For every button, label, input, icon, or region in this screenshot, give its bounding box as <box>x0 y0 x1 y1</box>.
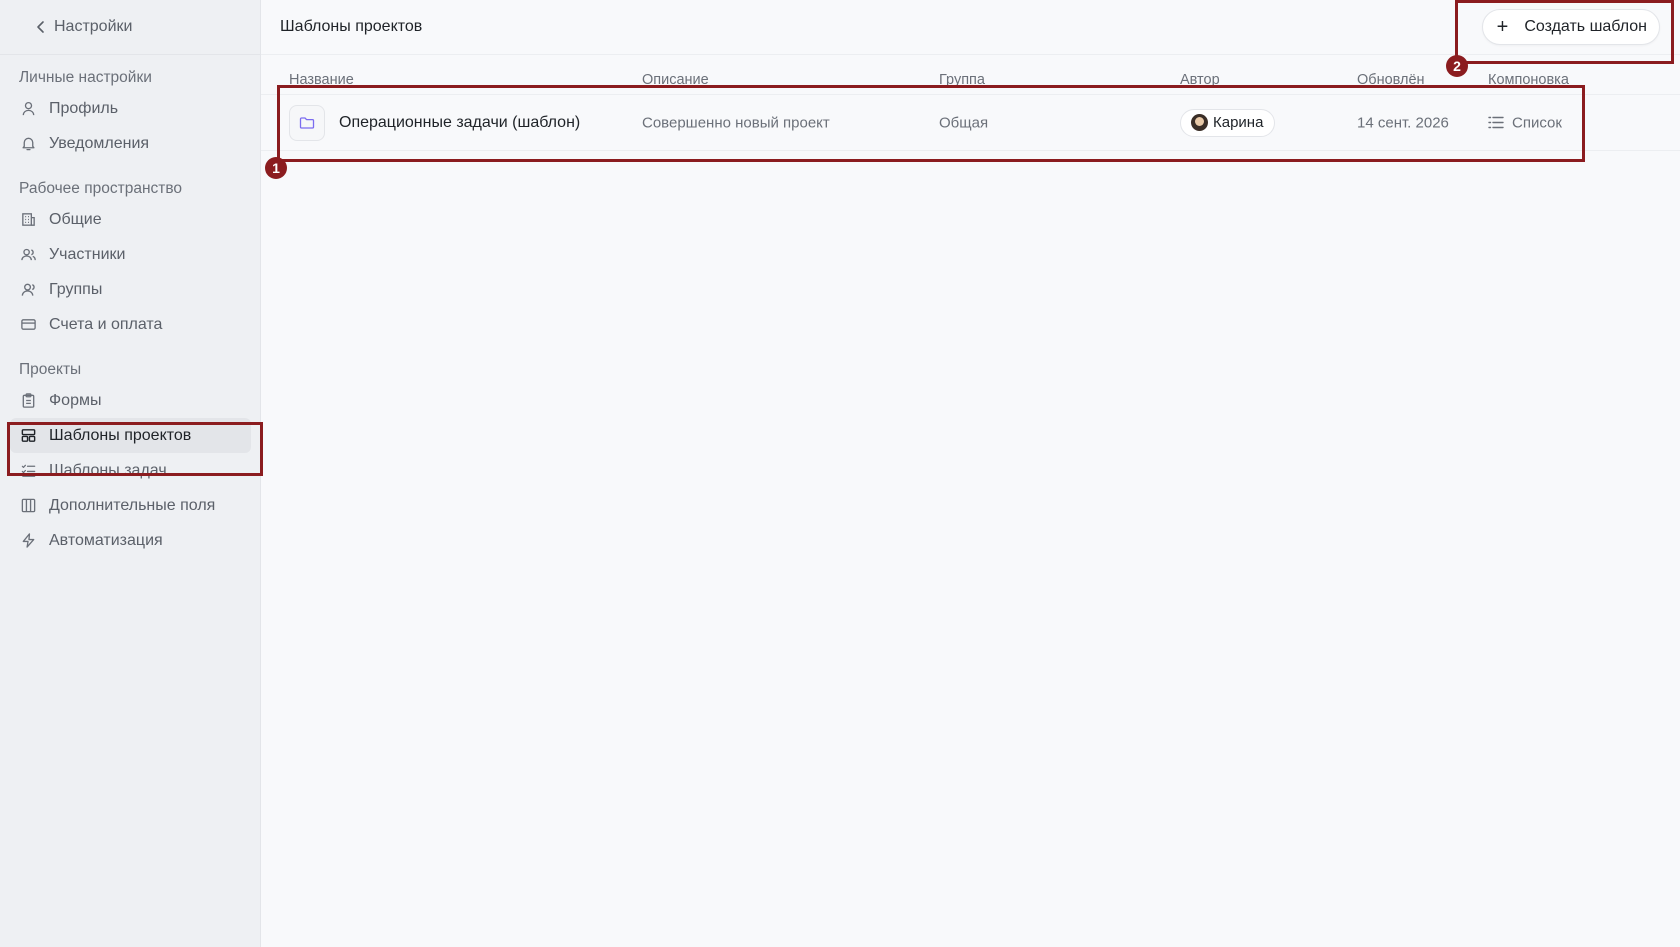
user-icon <box>19 100 37 118</box>
row-name-cell: Операционные задачи (шаблон) <box>289 104 581 141</box>
plus-icon: + <box>1496 16 1509 38</box>
author-chip[interactable]: Карина <box>1180 108 1276 137</box>
template-description: Совершенно новый проект <box>642 114 830 131</box>
column-header-name[interactable]: Название <box>289 72 354 88</box>
annotation-marker-1: 1 <box>265 157 287 179</box>
column-header-group[interactable]: Группа <box>939 72 985 88</box>
main-content: Шаблоны проектов + Создать шаблон Назван… <box>261 0 1680 947</box>
template-name: Операционные задачи (шаблон) <box>339 113 581 131</box>
sidebar-item-label: Автоматизация <box>49 531 163 549</box>
sidebar-item-label: Шаблоны проектов <box>49 426 192 444</box>
section-title-projects: Проекты <box>19 361 82 378</box>
author-name: Карина <box>1213 114 1264 131</box>
column-header-description[interactable]: Описание <box>642 72 709 88</box>
create-template-label: Создать шаблон <box>1524 18 1647 35</box>
sidebar-item-label: Формы <box>49 391 102 409</box>
group-icon <box>19 281 37 299</box>
back-label: Настройки <box>54 18 133 35</box>
sidebar-item-forms[interactable]: Формы <box>0 383 251 418</box>
building-icon <box>19 211 37 229</box>
sidebar-item-project-templates[interactable]: Шаблоны проектов <box>10 418 251 453</box>
lightning-icon <box>19 532 37 550</box>
section-title-workspace: Рабочее пространство <box>19 180 183 197</box>
sidebar-item-label: Участники <box>49 245 126 263</box>
sidebar-item-notifications[interactable]: Уведомления <box>0 126 251 161</box>
author-cell: Карина <box>1180 108 1276 137</box>
topbar: Шаблоны проектов + Создать шаблон <box>261 0 1680 55</box>
page-title: Шаблоны проектов <box>280 18 423 35</box>
sidebar-item-members[interactable]: Участники <box>0 237 251 272</box>
section-title-personal: Личные настройки <box>19 69 152 86</box>
sidebar: Настройки Личные настройки Профиль Уведо… <box>0 0 261 947</box>
sidebar-item-profile[interactable]: Профиль <box>0 91 251 126</box>
users-icon <box>19 246 37 264</box>
folder-icon <box>289 104 325 141</box>
back-to-settings-button[interactable]: Настройки <box>0 0 260 55</box>
column-header-layout[interactable]: Компоновка <box>1488 72 1569 88</box>
create-template-button[interactable]: + Создать шаблон <box>1481 9 1660 45</box>
sidebar-item-label: Уведомления <box>49 134 150 152</box>
sidebar-item-label: Группы <box>49 280 103 298</box>
bell-icon <box>19 135 37 153</box>
sidebar-item-custom-fields[interactable]: Дополнительные поля <box>0 488 251 523</box>
chevron-left-icon <box>37 21 44 33</box>
sidebar-item-task-templates[interactable]: Шаблоны задач <box>0 453 251 488</box>
layout-icon <box>19 427 37 445</box>
sidebar-item-billing[interactable]: Счета и оплата <box>0 307 251 342</box>
sidebar-item-label: Дополнительные поля <box>49 496 216 514</box>
layout-cell: Список <box>1488 114 1562 131</box>
sidebar-item-automation[interactable]: Автоматизация <box>0 523 251 558</box>
checklist-icon <box>19 462 37 480</box>
template-group: Общая <box>939 114 989 131</box>
sidebar-item-general[interactable]: Общие <box>0 202 251 237</box>
column-header-author[interactable]: Автор <box>1180 72 1220 88</box>
card-icon <box>19 316 37 334</box>
annotation-marker-2: 2 <box>1446 55 1468 77</box>
sidebar-item-label: Профиль <box>49 99 119 117</box>
table-row[interactable]: Операционные задачи (шаблон) Совершенно … <box>261 95 1680 151</box>
clipboard-icon <box>19 392 37 410</box>
column-header-updated[interactable]: Обновлён <box>1357 72 1425 88</box>
template-layout: Список <box>1512 114 1562 131</box>
columns-icon <box>19 497 37 515</box>
app: Настройки Личные настройки Профиль Уведо… <box>0 0 1680 947</box>
avatar <box>1191 114 1208 131</box>
template-updated: 14 сент. 2026 <box>1357 114 1449 131</box>
sidebar-item-label: Счета и оплата <box>49 315 163 333</box>
sidebar-item-label: Общие <box>49 210 102 228</box>
sidebar-item-groups[interactable]: Группы <box>0 272 251 307</box>
list-icon <box>1488 116 1504 129</box>
sidebar-item-label: Шаблоны задач <box>49 461 167 479</box>
